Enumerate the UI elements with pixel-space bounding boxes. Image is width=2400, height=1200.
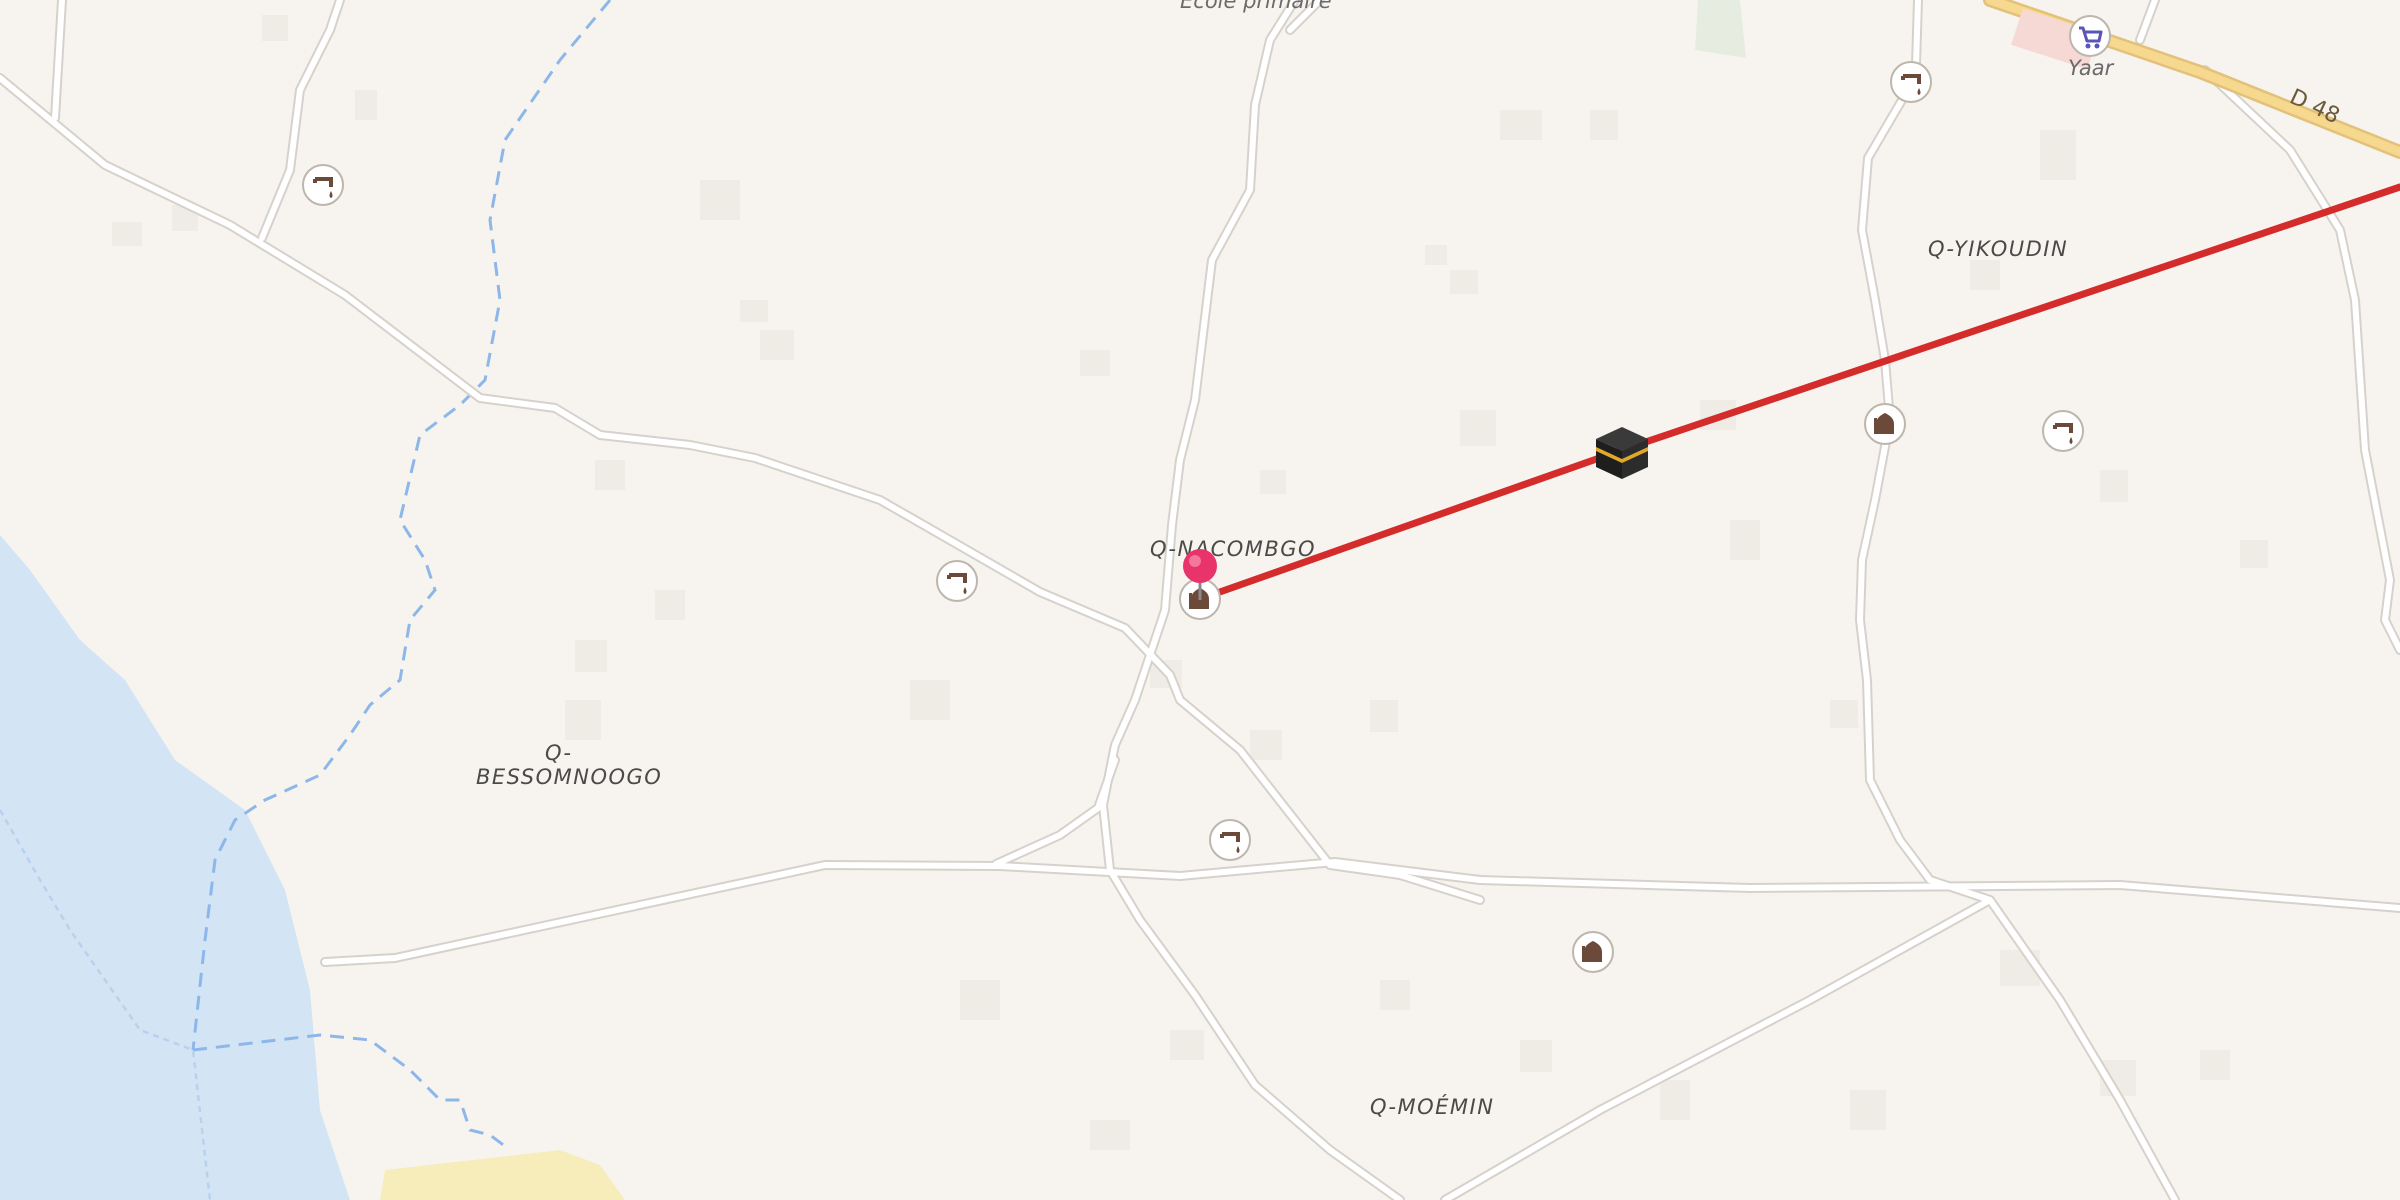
shop-icon[interactable] [2069, 15, 2111, 57]
green-area [1695, 0, 1746, 58]
water-tap-icon[interactable] [1209, 819, 1251, 861]
water-tap-icon[interactable] [936, 560, 978, 602]
label-yaar: Yaar [2068, 56, 2115, 80]
map-canvas[interactable]: École primaire Yaar D 48 Q-YIKOUDIN Q-NA… [0, 0, 2400, 1200]
water-tap-icon[interactable] [302, 164, 344, 206]
water-tap-icon[interactable] [1890, 61, 1932, 103]
mosque-icon[interactable] [1572, 931, 1614, 973]
label-ecole-primaire: École primaire [1180, 0, 1332, 13]
mosque-icon[interactable] [1864, 403, 1906, 445]
label-q-nacombgo: Q-NACOMBGO [1150, 537, 1316, 561]
label-q-yikoudin: Q-YIKOUDIN [1928, 237, 2068, 261]
label-q-bessomnoogo-1: Q- [545, 741, 573, 765]
label-q-bessomnoogo-2: BESSOMNOOGO [476, 765, 662, 789]
water-tap-icon[interactable] [2042, 410, 2084, 452]
label-q-moemin: Q-MOÉMIN [1370, 1094, 1494, 1119]
